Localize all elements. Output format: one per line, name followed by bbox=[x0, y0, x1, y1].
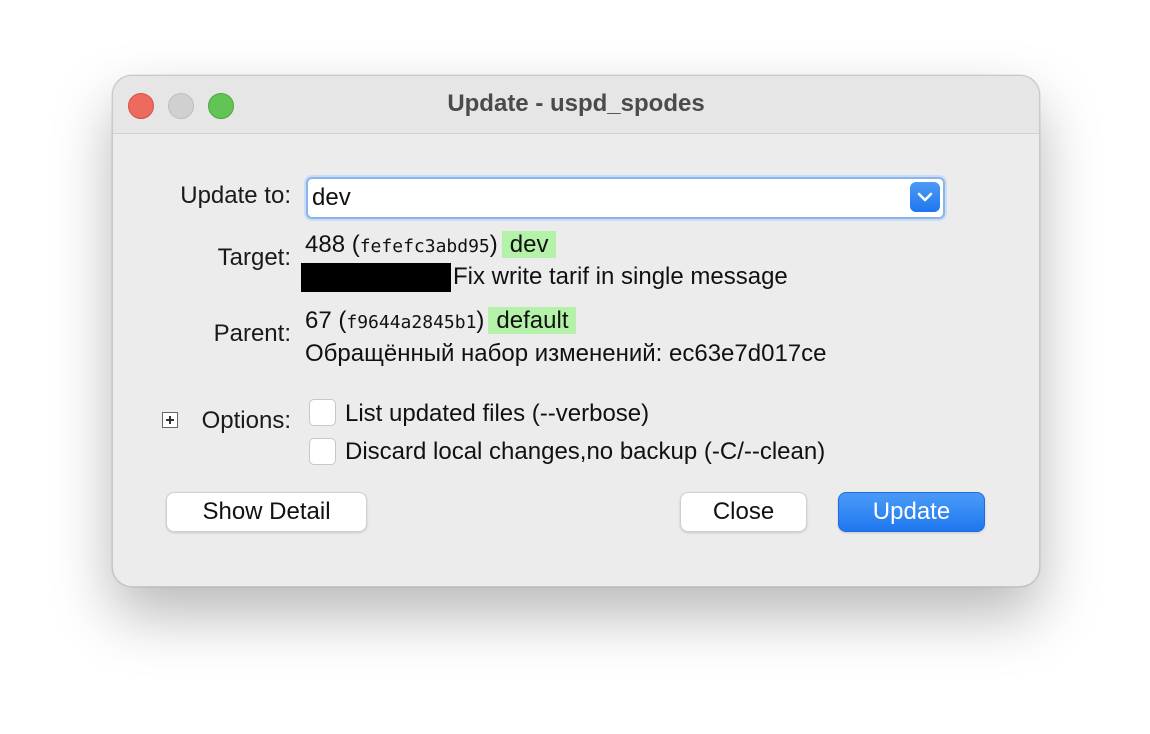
update-button[interactable]: Update bbox=[838, 492, 985, 532]
redacted-block bbox=[301, 263, 451, 292]
update-to-value: dev bbox=[312, 184, 351, 211]
parent-rev: 67 bbox=[305, 307, 332, 334]
title-bar: Update - uspd_spodes bbox=[113, 76, 1039, 134]
close-button[interactable]: Close bbox=[680, 492, 807, 532]
parent-label: Parent: bbox=[213, 320, 291, 347]
verbose-checkbox[interactable] bbox=[309, 399, 336, 426]
target-line: 488 (fefefc3abd95) dev bbox=[305, 231, 557, 259]
target-open-paren: ( bbox=[351, 231, 360, 258]
show-detail-button[interactable]: Show Detail bbox=[166, 492, 367, 532]
target-message: Fix write tarif in single message bbox=[453, 263, 788, 290]
target-rev: 488 bbox=[305, 231, 346, 258]
target-label: Target: bbox=[217, 244, 291, 271]
parent-close-paren: ) bbox=[476, 307, 485, 334]
parent-message: Обращённый набор изменений: ec63e7d017ce bbox=[305, 340, 827, 367]
update-to-label: Update to: bbox=[180, 182, 291, 209]
parent-branch-tag: default bbox=[488, 307, 577, 334]
target-branch-tag: dev bbox=[501, 231, 557, 258]
verbose-checkbox-label[interactable]: List updated files (--verbose) bbox=[345, 400, 649, 428]
chevron-down-icon[interactable] bbox=[910, 182, 940, 212]
update-dialog: Update - uspd_spodes Update to: dev Targ… bbox=[112, 75, 1040, 587]
target-close-paren: ) bbox=[489, 231, 498, 258]
parent-hash: f9644a2845b1 bbox=[346, 312, 477, 333]
options-expand-icon[interactable] bbox=[162, 412, 178, 428]
clean-checkbox[interactable] bbox=[309, 438, 336, 465]
parent-line: 67 (f9644a2845b1) default bbox=[305, 307, 577, 335]
clean-checkbox-label[interactable]: Discard local changes,no backup (-C/--cl… bbox=[345, 438, 825, 466]
target-hash: fefefc3abd95 bbox=[359, 236, 490, 257]
update-to-combobox[interactable]: dev bbox=[306, 177, 945, 219]
window-title: Update - uspd_spodes bbox=[447, 90, 705, 117]
options-label: Options: bbox=[201, 407, 291, 434]
